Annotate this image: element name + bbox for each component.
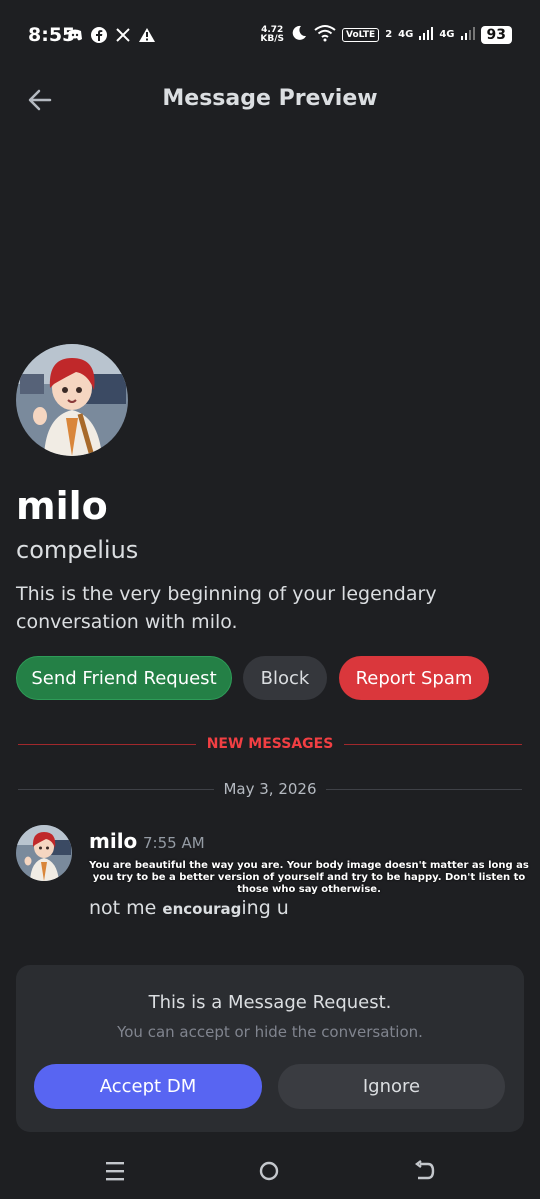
signal-1: 4G [398, 29, 414, 40]
sim2-label: 2 [385, 29, 393, 40]
message-request-subtitle: You can accept or hide the conversation. [117, 1023, 423, 1041]
alert-icon [138, 26, 156, 44]
status-right-cluster: 4.72 KB/S VoLTE 2 4G 4G 93 [260, 24, 512, 45]
page-title: Message Preview [162, 86, 378, 111]
status-notification-icons [66, 26, 156, 44]
ignore-button[interactable]: Ignore [278, 1064, 505, 1109]
home-icon[interactable] [259, 1161, 279, 1181]
message-content: not me encouraging u [89, 897, 289, 919]
message-text-part: not me [89, 897, 163, 919]
signal-2: 4G [439, 29, 455, 40]
signal-bars-icon [460, 26, 475, 43]
overlay-caption-text: You are beautiful the way you are. Your … [89, 860, 529, 895]
message-timestamp: 7:55 AM [143, 834, 205, 852]
date-divider-right [326, 789, 522, 790]
battery-indicator: 93 [480, 25, 512, 44]
block-button[interactable]: Block [243, 656, 327, 700]
moon-icon [290, 24, 308, 45]
new-messages-divider-right [344, 744, 522, 745]
profile-username: compelius [16, 536, 139, 564]
recent-apps-icon[interactable] [104, 1160, 126, 1182]
message-text-bold-part: encourag [162, 900, 242, 918]
x-icon [114, 26, 132, 44]
avatar[interactable] [16, 344, 128, 456]
message-text-part: ing u [241, 897, 289, 919]
conversation-intro-text: This is the very beginning of your legen… [16, 583, 437, 633]
back-icon[interactable] [414, 1160, 436, 1182]
message-request-title: This is a Message Request. [148, 992, 392, 1013]
message-author[interactable]: milo [89, 829, 137, 853]
send-friend-request-button[interactable]: Send Friend Request [16, 656, 232, 700]
message-avatar[interactable] [16, 825, 72, 881]
accept-dm-button[interactable]: Accept DM [34, 1064, 262, 1109]
signal-bars-icon [419, 26, 434, 43]
profile-display-name: milo [16, 484, 108, 528]
volte-badge: VoLTE [342, 27, 380, 42]
report-spam-button[interactable]: Report Spam [339, 656, 489, 700]
discord-icon [66, 26, 84, 44]
net-speed: 4.72 KB/S [260, 24, 284, 44]
facebook-icon [90, 26, 108, 44]
wifi-icon [314, 24, 336, 45]
